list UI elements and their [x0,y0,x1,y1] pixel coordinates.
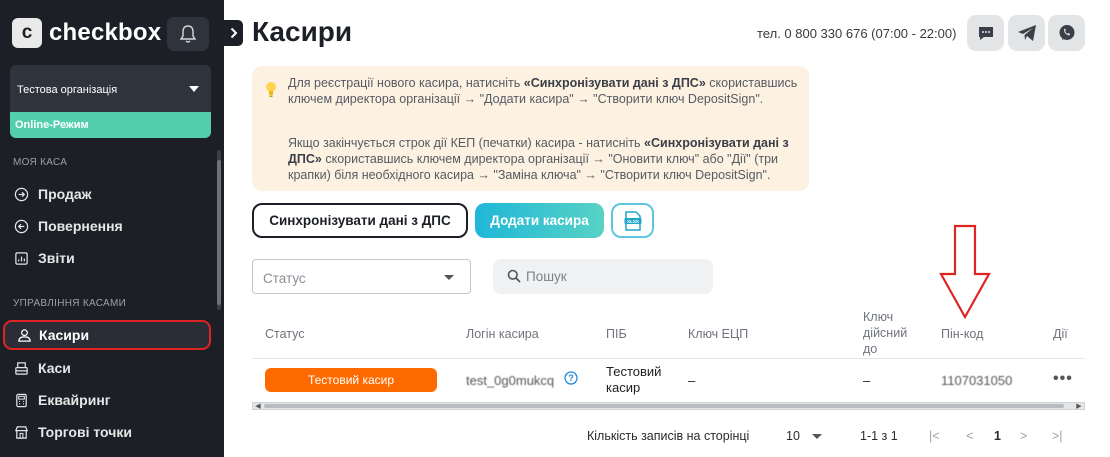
sidebar-item-stores[interactable]: Торгові точки [14,424,132,440]
online-mode-badge: Online-Режим [10,112,211,138]
sync-dps-button[interactable]: Синхронізувати дані з ДПС [252,203,468,238]
sidebar-item-label: Повернення [38,218,123,234]
search-box[interactable] [493,259,713,294]
per-page-label: Кількість записів на сторінці [587,429,750,443]
logo-mark: c [12,18,42,48]
cashiers-icon [18,328,31,342]
logo[interactable]: c checkbox [12,18,161,48]
xlsx-file-label: XLSX [627,218,640,223]
column-header-actions: Дії [1053,327,1068,341]
notifications-button[interactable] [167,17,209,51]
section-my-kasa: МОЯ КАСА [13,157,68,168]
sidebar-item-label: Звіти [38,250,75,266]
sidebar: c checkbox Тестова організація Online-Ре… [0,0,224,457]
next-page-button[interactable]: > [1020,429,1027,443]
viber-button[interactable] [1048,15,1085,51]
sidebar-scrollbar-thumb[interactable] [217,160,221,305]
current-page[interactable]: 1 [994,429,1001,443]
cashier-pin: 1107031050 [941,373,1013,388]
chevron-right-icon [230,27,237,39]
reports-icon [15,251,28,265]
sidebar-item-label: Торгові точки [38,424,132,440]
status-filter-value: Статус [263,271,306,286]
xlsx-file-icon: XLSX [624,210,641,231]
column-header-key[interactable]: Ключ ЕЦП [688,326,748,342]
status-filter-select[interactable]: Статус [252,259,471,294]
chevron-down-icon[interactable] [812,434,822,439]
sidebar-item-return[interactable]: Повернення [14,218,123,234]
sidebar-item-cashiers[interactable]: Касири [3,320,211,350]
page-title: Касири [252,16,353,47]
search-input[interactable] [526,267,701,286]
chat-icon [978,27,993,40]
status-badge: Тестовий касир [265,368,437,392]
support-phone[interactable]: тел. 0 800 330 676 (07:00 - 22:00) [757,26,956,41]
table-scrollbar-thumb[interactable] [264,404,1064,408]
first-page-button[interactable]: |< [929,429,940,443]
help-icon[interactable]: ? [564,371,578,385]
table-divider [252,358,1085,359]
column-header-login[interactable]: Логін касира [466,326,539,342]
bell-icon [179,25,197,43]
svg-text:?: ? [568,373,574,383]
per-page-select[interactable]: 10 [786,429,800,443]
registers-icon [15,361,28,375]
chevron-down-icon [189,86,199,92]
chat-button[interactable] [967,15,1004,51]
organization-name: Тестова організація [17,84,118,96]
info-paragraph-key-expiry: Якщо закінчується строк дії КЕП (печатки… [288,136,789,182]
sidebar-item-label: Еквайринг [38,392,111,408]
column-header-pin[interactable]: Пін-код [941,326,983,342]
sale-icon [14,187,29,201]
telegram-button[interactable] [1008,15,1045,51]
stores-icon [14,425,29,439]
column-header-key-valid[interactable]: Ключ дійсний до [863,309,907,357]
pagination-range: 1-1 з 1 [860,429,898,443]
return-icon [14,219,29,233]
column-header-name[interactable]: ПІБ [606,326,627,342]
info-paragraph-register: Для реєстрації нового касира, натисніть … [288,76,798,106]
row-actions-menu[interactable]: ••• [1053,370,1073,388]
telegram-icon [1017,25,1036,41]
cashier-key-valid: – [863,373,871,388]
add-cashier-button[interactable]: Додати касира [475,203,604,238]
scroll-left-arrow[interactable]: ◀ [253,402,263,410]
scroll-right-arrow[interactable]: ▶ [1074,402,1084,410]
cashier-login: test_0g0mukcq [466,373,555,388]
section-manage: УПРАВЛІННЯ КАСАМИ [13,298,127,309]
sidebar-item-registers[interactable]: Каси [14,360,71,376]
sidebar-item-label: Каси [38,360,71,376]
sidebar-item-reports[interactable]: Звіти [14,250,75,266]
collapse-sidebar-button[interactable] [224,20,243,46]
cashier-key: – [688,373,696,388]
lightbulb-icon [266,82,276,97]
column-header-status[interactable]: Статус [265,326,305,342]
viber-icon [1059,25,1074,40]
info-notice: Для реєстрації нового касира, натисніть … [252,66,809,191]
chevron-down-icon [444,275,454,280]
last-page-button[interactable]: >| [1052,429,1063,443]
acquiring-icon [16,393,27,407]
export-xlsx-button[interactable]: XLSX [611,203,654,238]
sync-emphasis: «Синхронізувати дані з ДПС» [523,76,706,90]
sidebar-item-label: Продаж [38,186,92,202]
sidebar-item-acquiring[interactable]: Еквайринг [14,392,111,408]
organization-selector[interactable]: Тестова організація [10,65,211,112]
prev-page-button[interactable]: < [966,429,973,443]
search-icon [507,269,521,283]
annotation-arrow-icon [939,224,991,320]
sidebar-item-label: Касири [39,327,90,343]
logo-text: checkbox [49,19,162,46]
sidebar-item-sale[interactable]: Продаж [14,186,92,202]
cashier-name: Тестовий касир [606,364,662,395]
